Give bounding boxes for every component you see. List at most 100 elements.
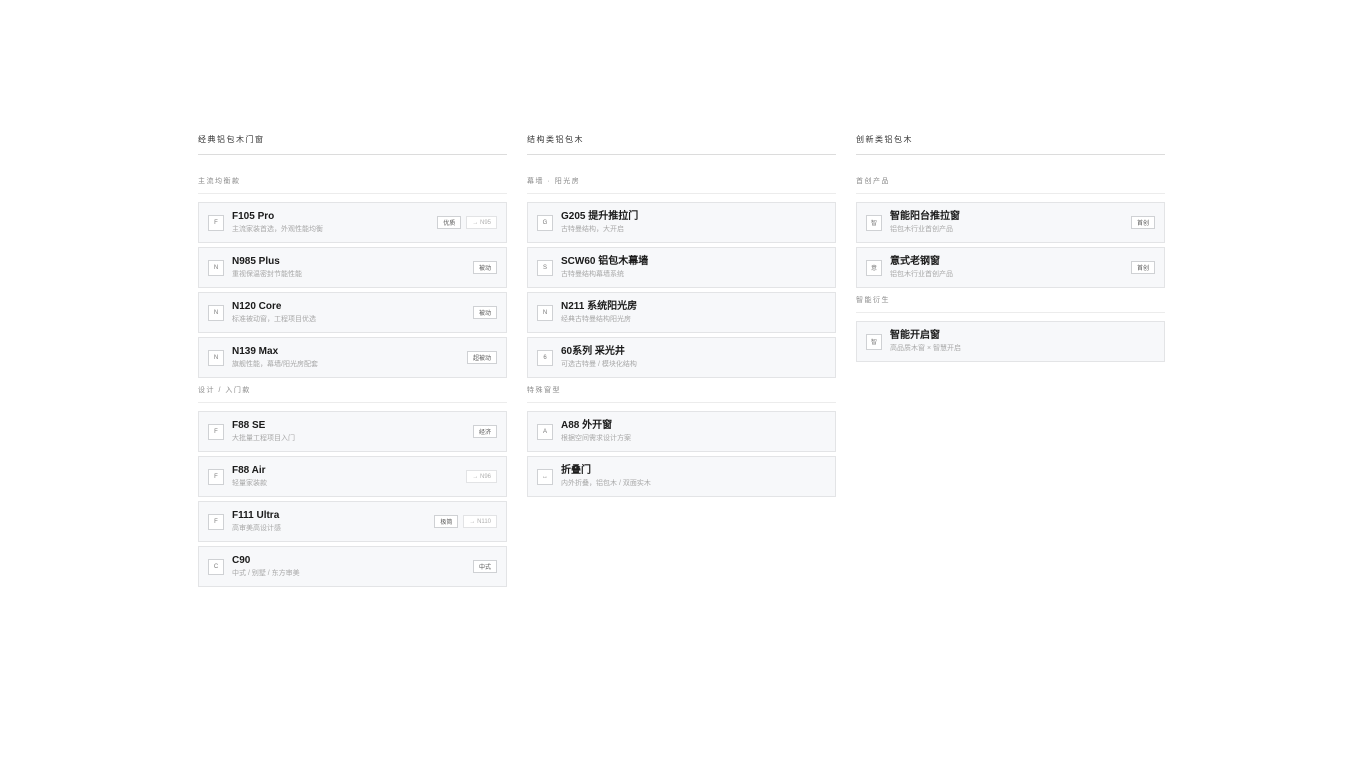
product-name: 智能开启窗 bbox=[890, 329, 940, 341]
product-name: F111 Ultra bbox=[232, 509, 280, 521]
product-card[interactable]: 智智能开启窗 高品质木窗 × 智慧开启 bbox=[856, 321, 1165, 362]
category-title: 创新类铝包木 bbox=[856, 135, 1165, 155]
category-column: 创新类铝包木 首创产品智智能阳台推拉窗 铝包木行业首创产品 首创意意式老钢窗 铝包木行业… bbox=[856, 135, 1165, 595]
product-badge-icon: N bbox=[208, 304, 224, 321]
product-description: 大批量工程项目入门 bbox=[232, 434, 295, 442]
product-text: 智能阳台推拉窗 铝包木行业首创产品 bbox=[890, 211, 1131, 235]
product-text: G205 提升推拉门古特曼结构，大开启 bbox=[561, 211, 826, 235]
product-badge-icon: F bbox=[208, 423, 224, 440]
product-description: 内外折叠，铝包木 / 双面实木 bbox=[561, 479, 651, 487]
product-name: N139 Max bbox=[232, 345, 279, 357]
product-tags: 中式 bbox=[472, 560, 497, 573]
product-tags: 首创 bbox=[1130, 261, 1155, 274]
product-card[interactable]: A A88 外开窗根据空间需求设计方案 bbox=[527, 411, 836, 452]
product-text: A88 外开窗根据空间需求设计方案 bbox=[561, 420, 826, 444]
product-group: 特殊窗型 A A88 外开窗 根据空间需求设计方案 ↔ 折叠门 内外折叠，铝包木 / 双面实… bbox=[527, 386, 836, 497]
product-text: F88 SE 大批量工程项目入门 bbox=[232, 420, 473, 444]
product-text: SCW60 铝包木幕墙 古特曼结构幕墙系统 bbox=[561, 256, 826, 280]
product-text: F111 Ultra 高审美高设计感 bbox=[232, 510, 434, 534]
product-card[interactable]: N N120 Core 标准被动窗，工程项目优选 被动 bbox=[198, 292, 507, 333]
product-badge-icon: N bbox=[537, 304, 553, 321]
product-tags: 极简 → N110 bbox=[434, 515, 497, 528]
product-text: 折叠门 内外折叠，铝包木 / 双面实木 bbox=[561, 465, 826, 489]
product-badge-icon: 6 bbox=[537, 349, 553, 366]
product-text: N985 Plus 重视保温密封节能性能 bbox=[232, 256, 473, 280]
product-group: 主流均衡款 F F105 Pro 主流家装首选，外观性能均衡 优质 → N95 N N985 … bbox=[198, 177, 507, 378]
related-product-link[interactable]: → N110 bbox=[463, 515, 497, 528]
product-tags: 优质 → N95 bbox=[437, 216, 497, 229]
product-tag: 优质 bbox=[437, 216, 462, 229]
product-card[interactable]: F F88 Air 轻量家装款 → N96 bbox=[198, 456, 507, 497]
product-tag: 被动 bbox=[472, 261, 497, 274]
category-title: 结构类铝包木 bbox=[527, 135, 836, 155]
product-tags: 被动 bbox=[472, 306, 497, 319]
product-card[interactable]: N N985 Plus 重视保温密封节能性能 被动 bbox=[198, 247, 507, 288]
product-card[interactable]: N N139 Max 旗舰性能，幕墙/阳光房配套 超被动 bbox=[198, 337, 507, 378]
product-tag: 经济 bbox=[472, 425, 497, 438]
product-card[interactable]: F F111 Ultra 高审美高设计感 极简 → N110 bbox=[198, 501, 507, 542]
product-tag: 首创 bbox=[1130, 216, 1155, 229]
group-title: 首创产品 bbox=[856, 177, 1165, 194]
product-name: N985 Plus bbox=[232, 255, 280, 267]
product-badge-icon: N bbox=[208, 259, 224, 276]
product-name: 意式老钢窗 bbox=[890, 255, 940, 267]
product-card[interactable]: F F88 SE 大批量工程项目入门 经济 bbox=[198, 411, 507, 452]
product-group: 首创产品智智能阳台推拉窗 铝包木行业首创产品 首创意意式老钢窗 铝包木行业首创产品 首创 bbox=[856, 177, 1165, 288]
product-text: N139 Max 旗舰性能，幕墙/阳光房配套 bbox=[232, 346, 467, 370]
product-description: 经典古特曼结构阳光房 bbox=[561, 315, 631, 323]
product-card[interactable]: S SCW60 铝包木幕墙 古特曼结构幕墙系统 bbox=[527, 247, 836, 288]
product-badge-icon: A bbox=[537, 423, 553, 440]
product-card[interactable]: 6 60系列 采光井 可选古特曼 / 模块化结构 bbox=[527, 337, 836, 378]
product-card[interactable]: G G205 提升推拉门古特曼结构，大开启 bbox=[527, 202, 836, 243]
product-badge-icon: F bbox=[208, 513, 224, 530]
product-columns: 经典铝包木门窗 主流均衡款 F F105 Pro 主流家装首选，外观性能均衡 优质 → N9… bbox=[198, 135, 1165, 595]
product-name: N211 系统阳光房 bbox=[561, 300, 638, 312]
product-card[interactable]: F F105 Pro 主流家装首选，外观性能均衡 优质 → N95 bbox=[198, 202, 507, 243]
product-badge-icon: N bbox=[208, 349, 224, 366]
product-text: F105 Pro 主流家装首选，外观性能均衡 bbox=[232, 211, 437, 235]
product-card[interactable]: 意意式老钢窗 铝包木行业首创产品 首创 bbox=[856, 247, 1165, 288]
group-title: 主流均衡款 bbox=[198, 177, 507, 194]
product-name: F88 SE bbox=[232, 419, 266, 431]
product-text: F88 Air 轻量家装款 bbox=[232, 465, 466, 489]
product-description: 根据空间需求设计方案 bbox=[561, 434, 631, 442]
product-card[interactable]: N N211 系统阳光房经典古特曼结构阳光房 bbox=[527, 292, 836, 333]
product-name: A88 外开窗 bbox=[561, 419, 613, 431]
product-tag: 被动 bbox=[472, 306, 497, 319]
product-description: 中式 / 别墅 / 东方审美 bbox=[232, 569, 300, 577]
product-name: C90 bbox=[232, 554, 251, 566]
product-badge-icon: 智 bbox=[866, 333, 882, 350]
group-title: 幕墙 · 阳光房 bbox=[527, 177, 836, 194]
product-text: N120 Core 标准被动窗，工程项目优选 bbox=[232, 301, 473, 325]
product-description: 轻量家装款 bbox=[232, 479, 267, 487]
category-title: 经典铝包木门窗 bbox=[198, 135, 507, 155]
product-tags: 首创 bbox=[1130, 216, 1155, 229]
product-text: 智能开启窗 高品质木窗 × 智慧开启 bbox=[890, 330, 1155, 354]
group-title: 设计 / 入门款 bbox=[198, 386, 507, 403]
product-tags: 被动 bbox=[472, 261, 497, 274]
product-badge-icon: 意 bbox=[866, 259, 882, 276]
related-product-link[interactable]: → N95 bbox=[466, 216, 497, 229]
product-description: 高审美高设计感 bbox=[232, 524, 281, 532]
product-description: 古特曼结构幕墙系统 bbox=[561, 270, 624, 278]
product-badge-icon: S bbox=[537, 259, 553, 276]
related-product-link[interactable]: → N96 bbox=[466, 470, 497, 483]
product-name: F88 Air bbox=[232, 464, 266, 476]
product-group: 幕墙 · 阳光房 G G205 提升推拉门古特曼结构，大开启 S SCW60 铝包木幕墙… bbox=[527, 177, 836, 378]
product-text: 意式老钢窗 铝包木行业首创产品 bbox=[890, 256, 1131, 280]
product-card[interactable]: 智智能阳台推拉窗 铝包木行业首创产品 首创 bbox=[856, 202, 1165, 243]
product-tags: 超被动 bbox=[466, 351, 497, 364]
product-card[interactable]: C C90 中式 / 别墅 / 东方审美 中式 bbox=[198, 546, 507, 587]
product-badge-icon: 智 bbox=[866, 214, 882, 231]
product-badge-icon: G bbox=[537, 214, 553, 231]
product-text: N211 系统阳光房经典古特曼结构阳光房 bbox=[561, 301, 826, 325]
product-description: 古特曼结构，大开启 bbox=[561, 225, 624, 233]
product-card[interactable]: ↔ 折叠门 内外折叠，铝包木 / 双面实木 bbox=[527, 456, 836, 497]
product-description: 主流家装首选，外观性能均衡 bbox=[232, 225, 323, 233]
product-name: G205 提升推拉门 bbox=[561, 210, 639, 222]
product-text: C90 中式 / 别墅 / 东方审美 bbox=[232, 555, 473, 579]
product-description: 铝包木行业首创产品 bbox=[890, 225, 953, 233]
product-tag: 超被动 bbox=[466, 351, 497, 364]
product-tag: 中式 bbox=[472, 560, 497, 573]
product-name: F105 Pro bbox=[232, 210, 275, 222]
